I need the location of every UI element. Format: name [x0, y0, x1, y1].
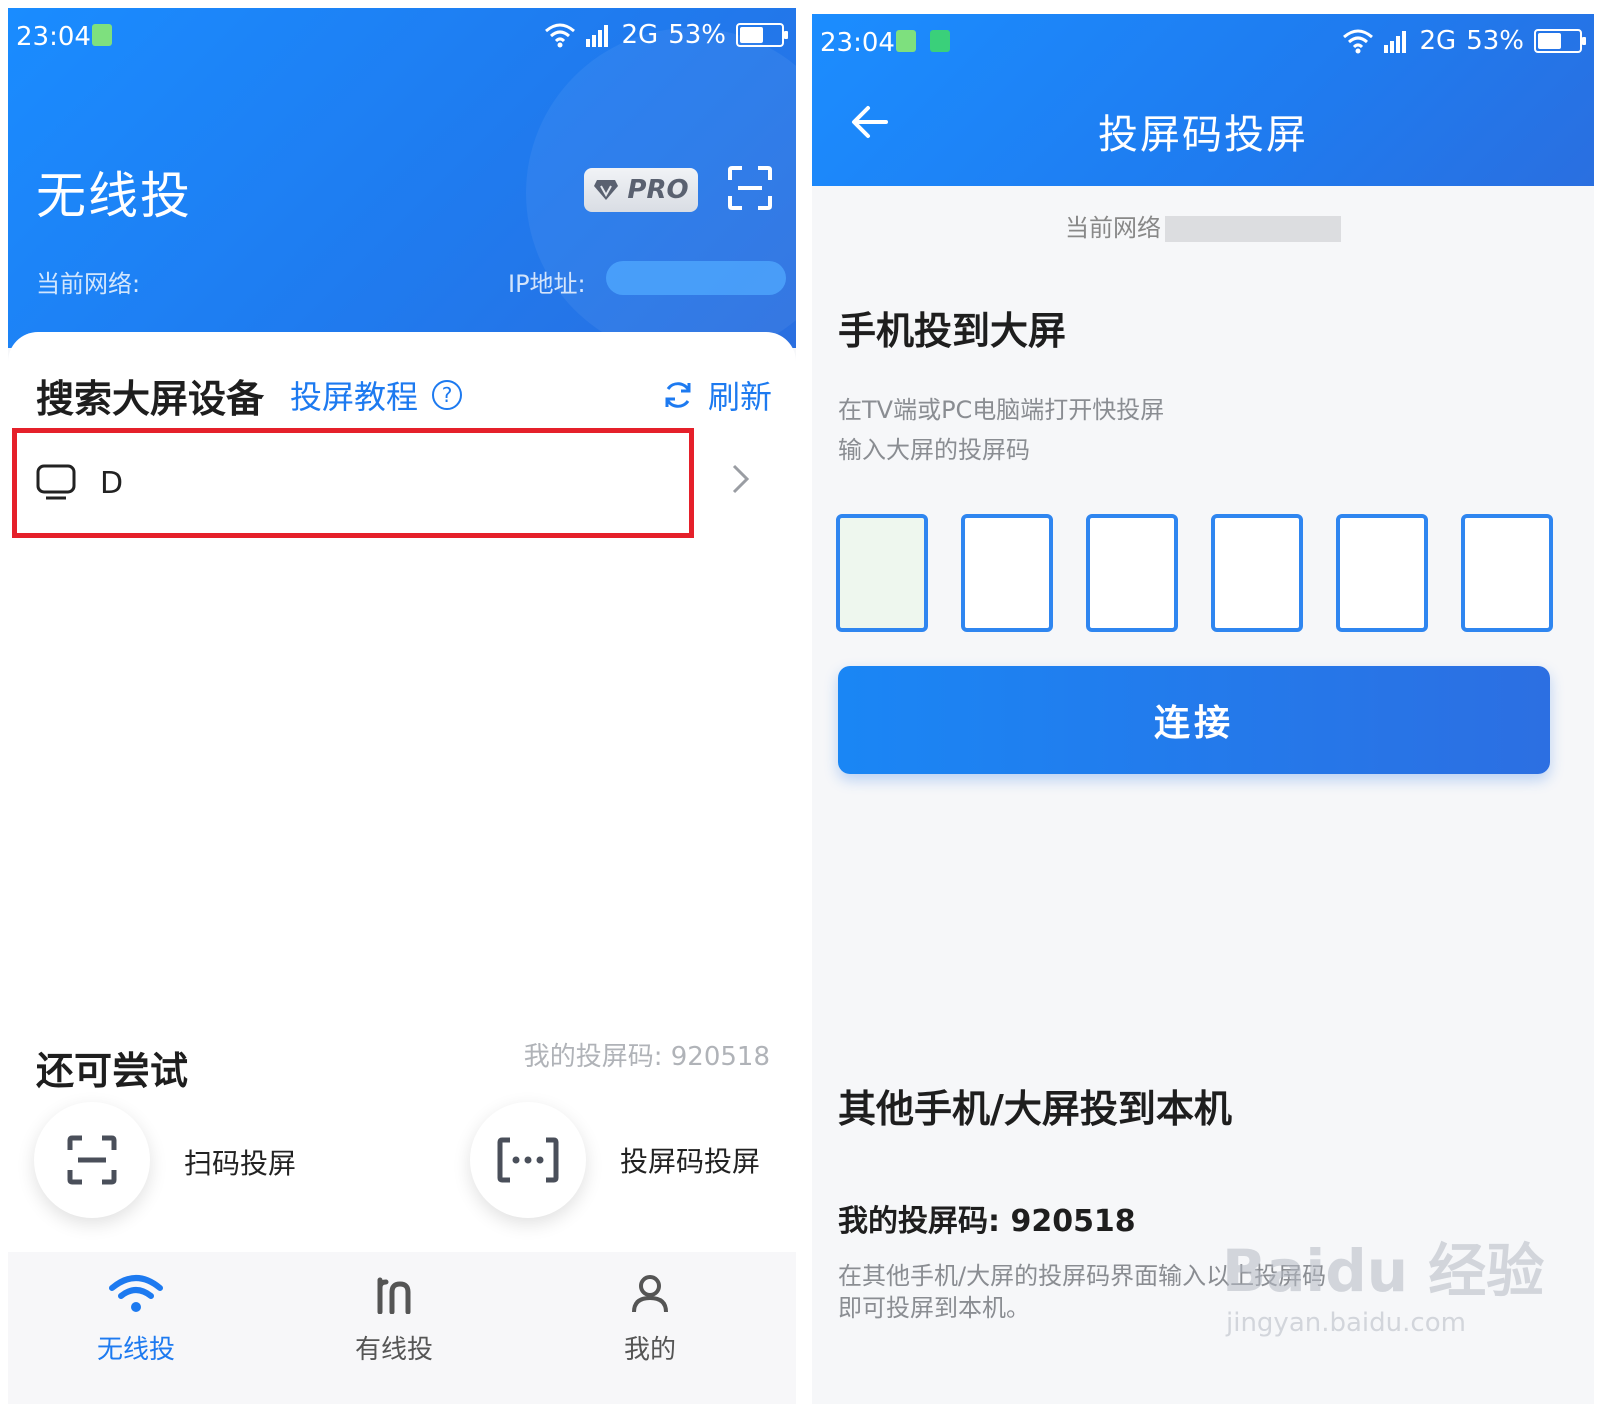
- status-indicators: 2G 53%: [1342, 26, 1586, 56]
- wifi-signal-icon: [1342, 29, 1373, 54]
- cable-icon: [377, 1277, 411, 1315]
- code-cast-content: 手机投到大屏 在TV端或PC电脑端打开快投屏 输入大屏的投屏码 连接 其他手机/…: [812, 260, 1594, 1404]
- refresh-button[interactable]: 刷新: [662, 372, 772, 418]
- header-bar: 23:04 2G 53% 投屏码投屏: [812, 14, 1594, 186]
- cell-signal-icon: [1383, 31, 1406, 53]
- ip-label: IP地址:: [508, 270, 586, 298]
- sim-icon: [896, 30, 916, 52]
- hint-line-1: 在TV端或PC电脑端打开快投屏: [838, 396, 1165, 424]
- tab-wireless-label: 无线投: [96, 1335, 175, 1365]
- diamond-icon: [594, 180, 619, 200]
- right-screen: 23:04 2G 53% 投屏码投屏 当前网络 手机投到大屏 在TV端或PC电脑…: [812, 14, 1594, 1404]
- refresh-label: 刷新: [708, 378, 773, 416]
- help-icon: ?: [432, 380, 463, 410]
- battery-icon: [1534, 29, 1586, 53]
- status-time: 23:04: [16, 22, 91, 52]
- network-type: 2G: [621, 20, 659, 50]
- code-input-5[interactable]: [1336, 514, 1428, 632]
- device-name: D: [100, 466, 124, 501]
- scan-cast-button[interactable]: [34, 1102, 150, 1218]
- cell-signal-icon: [585, 25, 608, 47]
- code-cast-button[interactable]: [470, 1102, 586, 1218]
- tab-mine-label: 我的: [623, 1335, 676, 1365]
- tutorial-link[interactable]: 投屏教程 ?: [290, 372, 463, 418]
- device-card: 搜索大屏设备 投屏教程 ? 刷新 D 还可尝试 我的投屏码: 920518 扫码…: [8, 332, 796, 1292]
- pro-badge[interactable]: PRO: [584, 168, 698, 212]
- code-input-1[interactable]: [836, 514, 928, 632]
- left-screen: 23:04 2G 53% 无线投 PRO 当前网络: IP地址: 搜索大屏设备 …: [8, 8, 796, 1404]
- battery-percent: 53%: [668, 20, 726, 50]
- status-bar: 23:04 2G 53%: [812, 14, 1594, 70]
- code-input-4[interactable]: [1211, 514, 1303, 632]
- my-code-label: 我的投屏码: 920518: [838, 1204, 1136, 1239]
- screen-to-phone-title: 其他手机/大屏投到本机: [838, 1087, 1232, 1131]
- tab-wired[interactable]: 有线投: [324, 1274, 464, 1366]
- header-banner: 23:04 2G 53% 无线投 PRO 当前网络: IP地址:: [8, 8, 796, 358]
- scan-icon: [67, 1135, 117, 1185]
- user-icon: [632, 1275, 668, 1313]
- tab-wired-label: 有线投: [354, 1335, 433, 1365]
- tab-wireless[interactable]: 无线投: [66, 1274, 206, 1366]
- code-icon: [497, 1137, 559, 1183]
- tab-mine[interactable]: 我的: [580, 1274, 720, 1366]
- scan-cast-label: 扫码投屏: [184, 1147, 297, 1180]
- scan-icon[interactable]: [726, 164, 774, 212]
- screenshot-icon: [930, 30, 950, 52]
- battery-icon: [736, 23, 788, 47]
- phone-to-screen-title: 手机投到大屏: [838, 309, 1067, 353]
- code-input-6[interactable]: [1461, 514, 1553, 632]
- network-type: 2G: [1419, 26, 1457, 56]
- current-network: 当前网络: [812, 208, 1594, 243]
- chevron-right-icon: [732, 464, 750, 494]
- page-title: 投屏码投屏: [1098, 112, 1308, 158]
- connect-button[interactable]: 连接: [838, 666, 1550, 774]
- code-input-2[interactable]: [961, 514, 1053, 632]
- refresh-icon: [665, 382, 691, 408]
- search-title: 搜索大屏设备: [36, 377, 265, 421]
- try-title: 还可尝试: [36, 1049, 189, 1093]
- network-redacted: [1165, 216, 1341, 242]
- status-bar: 23:04 2G 53%: [8, 8, 796, 64]
- sim-icon: [92, 24, 112, 46]
- hint-line-2: 输入大屏的投屏码: [838, 436, 1030, 464]
- pro-label: PRO: [627, 175, 689, 205]
- my-code-label: 我的投屏码: 920518: [523, 1042, 770, 1072]
- ip-redacted: [606, 261, 786, 295]
- device-list-item[interactable]: D: [8, 424, 796, 548]
- wifi-signal-icon: [544, 23, 575, 48]
- battery-percent: 53%: [1466, 26, 1524, 56]
- app-title: 无线投: [36, 167, 192, 225]
- watermark-url: jingyan.baidu.com: [1226, 1308, 1466, 1338]
- status-indicators: 2G 53%: [544, 20, 788, 50]
- code-cast-label: 投屏码投屏: [620, 1145, 761, 1178]
- tutorial-label: 投屏教程: [290, 378, 419, 416]
- baidu-watermark: Baidu 经验 jingyan.baidu.com: [1222, 1224, 1544, 1338]
- network-label: 当前网络:: [36, 270, 141, 298]
- tv-icon: [36, 464, 76, 500]
- status-time: 23:04: [820, 28, 895, 58]
- watermark-main: Baidu 经验: [1222, 1237, 1545, 1305]
- wifi-icon: [109, 1275, 163, 1312]
- bottom-tab-bar: 无线投 有线投 我的: [8, 1252, 796, 1404]
- code-input-3[interactable]: [1086, 514, 1178, 632]
- network-label: 当前网络: [1065, 214, 1161, 242]
